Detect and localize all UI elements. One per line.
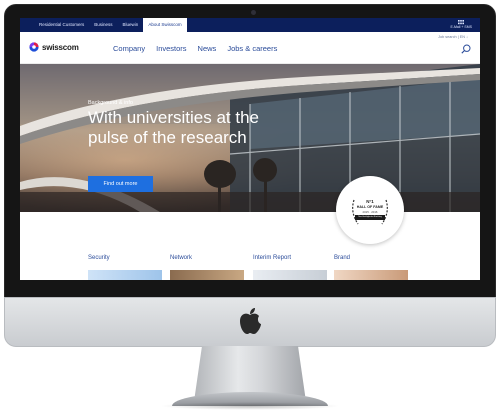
swisscom-logo-icon[interactable] <box>29 42 39 52</box>
topbar-link-bluewin[interactable]: Bluewin <box>118 18 144 32</box>
award-years: 2015 · 2016 <box>362 210 378 214</box>
apps-menu[interactable]: E-Mail + SMS <box>450 20 473 29</box>
job-search-language-links[interactable]: Job search | EN ↓ <box>438 35 468 39</box>
award-ribbon: Nachhaltigkeits-Ranking <box>355 215 385 220</box>
top-bar: Residential Customers Business Bluewin A… <box>20 18 480 32</box>
award-inner: N°1 HALL OF FAME 2015 · 2016 Nachhaltigk… <box>346 186 394 234</box>
tile-label-network[interactable]: Network <box>170 255 192 261</box>
search-icon[interactable] <box>461 44 471 54</box>
stand-shadow <box>160 402 340 410</box>
nav-menu: Company Investors News Jobs & careers <box>113 44 288 53</box>
main-navbar: swisscom Company Investors News Jobs & c… <box>20 32 480 64</box>
award-badge[interactable]: N°1 HALL OF FAME 2015 · 2016 Nachhaltigk… <box>336 176 404 244</box>
award-number: N°1 <box>366 199 374 204</box>
tile-label-security[interactable]: Security <box>88 255 110 261</box>
nav-item-company[interactable]: Company <box>113 44 145 53</box>
nav-item-jobs[interactable]: Jobs & careers <box>227 44 277 53</box>
hero-eyebrow: Background & info <box>88 100 133 106</box>
tile-image-interim-report[interactable] <box>253 270 327 280</box>
nav-item-investors[interactable]: Investors <box>156 44 186 53</box>
logo-wordmark[interactable]: swisscom <box>42 43 79 52</box>
hero-banner: Background & info With universities at t… <box>20 64 480 212</box>
award-title: HALL OF FAME <box>356 205 384 209</box>
apple-logo-icon <box>240 308 261 334</box>
tile-image-network[interactable] <box>170 270 244 280</box>
hero-title: With universities at the pulse of the re… <box>88 108 260 147</box>
topbar-link-business[interactable]: Business <box>89 18 117 32</box>
tile-label-brand[interactable]: Brand <box>334 255 350 261</box>
tile-image-security[interactable] <box>88 270 162 280</box>
camera-icon <box>251 10 256 15</box>
topbar-link-about[interactable]: About Swisscom <box>143 18 187 32</box>
find-out-more-button[interactable]: Find out more <box>88 176 153 192</box>
topbar-link-residential[interactable]: Residential Customers <box>34 18 89 32</box>
tile-label-interim-report[interactable]: Interim Report <box>253 255 291 261</box>
nav-item-news[interactable]: News <box>198 44 217 53</box>
teaser-tiles: Security Network Interim Report Brand <box>20 244 480 280</box>
apps-menu-label: E-Mail + SMS <box>450 25 473 29</box>
screen: Residential Customers Business Bluewin A… <box>20 18 480 280</box>
monitor-stand <box>194 346 306 396</box>
tile-image-brand[interactable] <box>334 270 408 280</box>
